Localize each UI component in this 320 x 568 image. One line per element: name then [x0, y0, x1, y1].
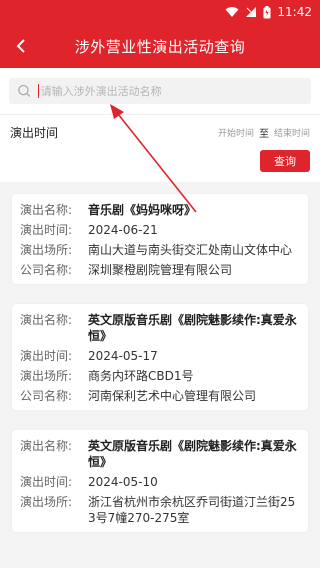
back-button[interactable]	[10, 34, 34, 58]
name-label: 演出名称:	[20, 439, 73, 453]
date-filter-label: 演出时间	[10, 126, 59, 140]
list-item[interactable]: 演出名称: 英文原版音乐剧《剧院魅影续作:真爱永恒》 演出时间: 2024-05-1…	[12, 430, 308, 532]
record-time: 2024-05-10	[88, 475, 158, 489]
search-input[interactable]	[40, 84, 304, 98]
query-button-row: 查询	[0, 150, 320, 182]
time-label: 演出时间:	[20, 223, 73, 237]
date-filter-row: 演出时间 开始时间 至 结束时间	[0, 114, 320, 150]
record-venue-row: 演出场所: 浙江省杭州市余杭区乔司街道汀兰街253号7幢270-275室	[20, 492, 300, 528]
record-company: 深圳聚橙剧院管理有限公司	[88, 263, 233, 277]
search-section	[0, 68, 320, 114]
record-time-row: 演出时间: 2024-05-17	[20, 346, 300, 366]
venue-label: 演出场所:	[20, 495, 73, 509]
list-item[interactable]: 演出名称: 音乐剧《妈妈咪呀》 演出时间: 2024-06-21 演出场所: 南山大道…	[12, 194, 308, 284]
record-venue-row: 演出场所: 南山大道与南头街交汇处南山文体中心	[20, 240, 300, 260]
record-name-row: 演出名称: 英文原版音乐剧《剧院魅影续作:真爱永恒》	[20, 436, 300, 472]
record-company-row: 公司名称: 河南保利艺术中心管理有限公司	[20, 386, 300, 406]
signal-icon	[245, 6, 257, 18]
date-separator: 至	[258, 129, 269, 140]
record-time: 2024-05-17	[88, 349, 158, 363]
text-cursor	[37, 84, 39, 98]
record-venue: 南山大道与南头街交汇处南山文体中心	[88, 243, 293, 257]
record-venue-row: 演出场所: 商务内环路CBD1号	[20, 366, 300, 386]
search-icon	[18, 84, 31, 97]
record-time-row: 演出时间: 2024-06-21	[20, 220, 300, 240]
record-name-row: 演出名称: 英文原版音乐剧《剧院魅影续作:真爱永恒》	[20, 310, 300, 346]
venue-label: 演出场所:	[20, 369, 73, 383]
name-label: 演出名称:	[20, 313, 73, 327]
results-list: 演出名称: 音乐剧《妈妈咪呀》 演出时间: 2024-06-21 演出场所: 南山大道…	[0, 182, 320, 532]
start-date-picker[interactable]: 开始时间	[218, 126, 254, 139]
time-label: 演出时间:	[20, 349, 73, 363]
record-name: 英文原版音乐剧《剧院魅影续作:真爱永恒》	[88, 313, 297, 343]
record-company-row: 公司名称: 深圳聚橙剧院管理有限公司	[20, 260, 300, 280]
search-bar[interactable]	[9, 78, 311, 104]
app-header: 涉外营业性演出活动查询	[0, 24, 320, 68]
chevron-left-icon	[16, 39, 25, 53]
record-name: 英文原版音乐剧《剧院魅影续作:真爱永恒》	[88, 439, 297, 469]
venue-label: 演出场所:	[20, 243, 73, 257]
end-date-picker[interactable]: 结束时间	[274, 126, 310, 139]
page-title: 涉外营业性演出活动查询	[74, 37, 246, 56]
company-label: 公司名称:	[20, 389, 73, 403]
record-time: 2024-06-21	[88, 223, 158, 237]
time-label: 演出时间:	[20, 475, 73, 489]
company-label: 公司名称:	[20, 263, 73, 277]
list-item[interactable]: 演出名称: 英文原版音乐剧《剧院魅影续作:真爱永恒》 演出时间: 2024-05-1…	[12, 304, 308, 410]
record-name: 音乐剧《妈妈咪呀》	[88, 203, 197, 217]
status-bar: 11:42	[0, 0, 320, 24]
record-time-row: 演出时间: 2024-05-10	[20, 472, 300, 492]
record-name-row: 演出名称: 音乐剧《妈妈咪呀》	[20, 200, 300, 220]
record-company: 河南保利艺术中心管理有限公司	[88, 389, 257, 403]
battery-icon	[263, 5, 271, 19]
record-venue: 商务内环路CBD1号	[88, 369, 194, 383]
query-button[interactable]: 查询	[260, 150, 310, 172]
status-time: 11:42	[277, 5, 312, 19]
record-venue: 浙江省杭州市余杭区乔司街道汀兰街253号7幢270-275室	[88, 495, 296, 525]
wifi-icon	[225, 6, 239, 18]
name-label: 演出名称:	[20, 203, 73, 217]
